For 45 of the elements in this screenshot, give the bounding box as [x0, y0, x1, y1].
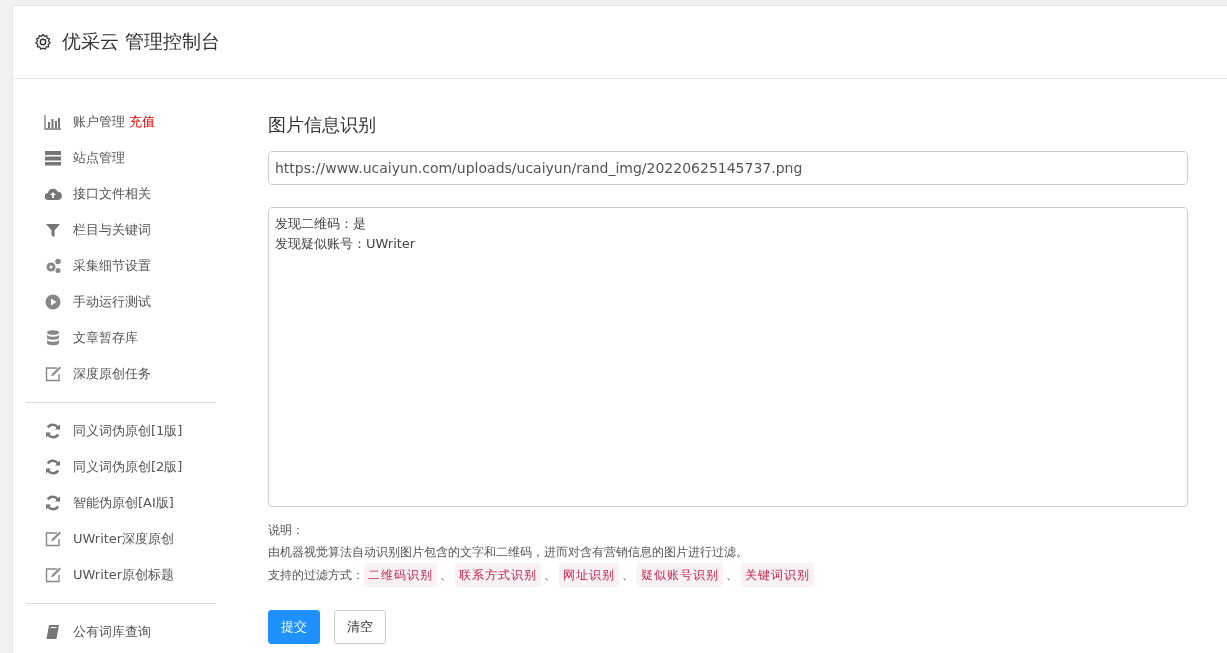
clear-button[interactable]: 清空: [334, 610, 386, 644]
sidebar-item[interactable]: 栏目与关键词: [73, 221, 151, 239]
edit-icon: [44, 566, 62, 584]
separator: 、: [544, 567, 556, 584]
section-heading: 图片信息识别: [268, 113, 377, 137]
console-title: 优采云 管理控制台: [62, 29, 221, 54]
refresh-icon: [44, 494, 62, 512]
image-url-field[interactable]: https://www.ucaiyun.com/uploads/ucaiyun/rand_img/20220625145737.png: [268, 151, 1188, 185]
refresh-icon: [44, 422, 62, 440]
method-tag: 关键词识别: [741, 563, 814, 587]
separator: 、: [440, 567, 452, 584]
bar-chart-icon: [44, 113, 62, 131]
method-tag: 疑似账号识别: [637, 563, 723, 587]
note-text: 由机器视觉算法自动识别图片包含的文字和二维码，进而对含有营销信息的图片进行过滤。: [268, 544, 749, 561]
filter-icon: [44, 221, 62, 239]
book-icon: [44, 623, 62, 641]
sidebar-item[interactable]: 接口文件相关: [73, 185, 151, 203]
sidebar-item[interactable]: 采集细节设置: [73, 257, 151, 275]
separator: 、: [726, 567, 738, 584]
methods-label: 支持的过滤方式：: [268, 567, 364, 584]
sidebar-item[interactable]: 手动运行测试: [73, 293, 151, 311]
server-icon: [44, 149, 62, 167]
sidebar-item[interactable]: 文章暂存库: [73, 329, 138, 347]
settings-icon: [34, 33, 52, 51]
method-tag: 联系方式识别: [455, 563, 541, 587]
recharge-link[interactable]: 充值: [129, 113, 155, 131]
sidebar-item[interactable]: 公有词库查询: [73, 623, 151, 641]
edit-icon: [44, 365, 62, 383]
sidebar-item[interactable]: 同义词伪原创[2版]: [73, 458, 183, 476]
play-icon: [44, 293, 62, 311]
result-field[interactable]: 发现二维码：是 发现疑似账号：UWriter: [268, 207, 1188, 507]
sidebar-item[interactable]: 深度原创任务: [73, 365, 151, 383]
method-tag: 二维码识别: [364, 563, 437, 587]
note-label: 说明：: [268, 522, 305, 539]
database-icon: [44, 329, 62, 347]
edit-icon: [44, 530, 62, 548]
sidebar-item[interactable]: 账户管理: [73, 113, 125, 131]
sidebar-item[interactable]: UWriter原创标题: [73, 566, 175, 584]
sidebar-item[interactable]: 同义词伪原创[1版]: [73, 422, 183, 440]
sidebar-item[interactable]: 智能伪原创[AI版]: [73, 494, 174, 512]
refresh-icon: [44, 458, 62, 476]
sidebar-item[interactable]: 站点管理: [73, 149, 125, 167]
separator: 、: [622, 567, 634, 584]
sidebar-item[interactable]: UWriter深度原创: [73, 530, 175, 548]
method-tag: 网址识别: [559, 563, 619, 587]
